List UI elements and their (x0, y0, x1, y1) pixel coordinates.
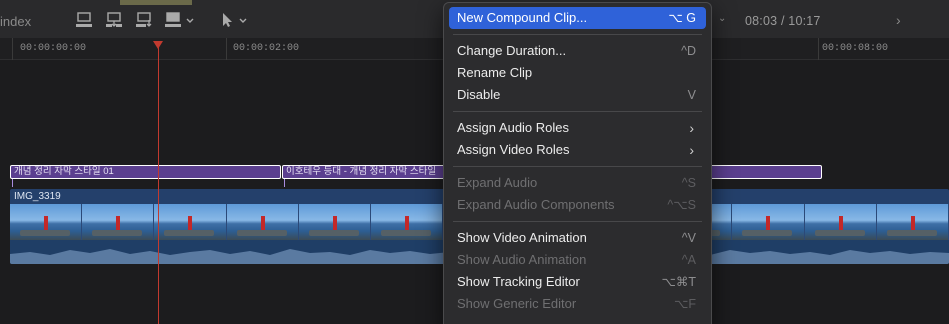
menu-separator (453, 166, 702, 167)
menu-item-label: Expand Audio (457, 175, 538, 190)
menu-item-show-generic-editor[interactable]: Show Generic Editor ⌥F (449, 293, 706, 315)
menu-item-assign-audio-roles[interactable]: Assign Audio Roles › (449, 117, 706, 139)
menu-item-show-tracking-editor[interactable]: Show Tracking Editor ⌥⌘T (449, 271, 706, 293)
menu-item-shortcut: ^S (681, 176, 696, 190)
ruler-tick (226, 38, 227, 60)
menu-item-label: Change Duration... (457, 43, 567, 58)
menu-item-show-audio-animation[interactable]: Show Audio Animation ^A (449, 249, 706, 271)
menu-item-label: Show Video Animation (457, 230, 587, 245)
menu-item-expand-audio-components[interactable]: Expand Audio Components ^⌥S (449, 194, 706, 216)
filmstrip-frame (226, 204, 299, 240)
menu-item-label: Rename Clip (457, 65, 533, 80)
menu-separator (453, 34, 702, 35)
menu-item-label: Expand Audio Components (457, 197, 615, 212)
menu-item-label: Assign Video Roles (457, 142, 570, 157)
filmstrip-frame (804, 204, 877, 240)
context-menu: New Compound Clip... ⌥ G Change Duration… (443, 2, 712, 324)
filmstrip-frame (298, 204, 372, 240)
overwrite-clip-icon[interactable] (164, 10, 196, 30)
menu-item-shortcut: ^V (681, 231, 696, 245)
chevron-down-icon[interactable]: ⌄ (718, 13, 726, 24)
submenu-chevron-icon: › (689, 142, 694, 158)
menu-item-label: Show Generic Editor (457, 296, 577, 311)
menu-item-label: Show Audio Animation (457, 252, 587, 267)
filmstrip-frame (10, 204, 83, 240)
menu-item-shortcut: ^⌥S (667, 198, 696, 212)
menu-item-label: Show Tracking Editor (457, 274, 580, 289)
menu-item-change-duration[interactable]: Change Duration... ^D (449, 40, 706, 62)
filmstrip-frame (371, 204, 444, 240)
menu-item-assign-video-roles[interactable]: Assign Video Roles › (449, 139, 706, 161)
insert-clip-icon[interactable] (104, 10, 124, 30)
ruler-label-2: 00:00:08:00 (822, 43, 889, 54)
ruler-label-1: 00:00:02:00 (233, 43, 300, 54)
playhead[interactable] (158, 44, 159, 324)
menu-item-shortcut: ⌥ G (668, 11, 696, 25)
connection-line (12, 179, 13, 187)
toolbar-thumbnail-strip (120, 0, 192, 5)
menu-item-show-video-animation[interactable]: Show Video Animation ^V (449, 227, 706, 249)
menu-separator (453, 111, 702, 112)
filmstrip-frame (876, 204, 949, 240)
menu-item-rename-clip[interactable]: Rename Clip (449, 62, 706, 84)
select-tool-icon[interactable] (218, 10, 250, 30)
filmstrip-frame (82, 204, 155, 240)
timeline-timecode: 08:03 / 10:17 (745, 14, 821, 28)
menu-item-label: Assign Audio Roles (457, 120, 570, 135)
playhead-handle[interactable] (153, 41, 163, 49)
submenu-chevron-icon: › (689, 120, 694, 136)
filmstrip-frame (732, 204, 805, 240)
filmstrip-frame (154, 204, 227, 240)
append-clip-icon[interactable] (134, 10, 154, 30)
menu-item-disable[interactable]: Disable V (449, 84, 706, 106)
connect-clip-icon[interactable] (74, 10, 94, 30)
menu-item-shortcut: ⌥⌘T (661, 275, 696, 289)
ruler-label-0: 00:00:00:00 (20, 43, 87, 54)
menu-item-shortcut: ^A (681, 253, 696, 267)
connection-line (284, 179, 285, 187)
menu-item-label: Disable (457, 87, 501, 102)
menu-item-new-compound-clip[interactable]: New Compound Clip... ⌥ G (449, 7, 706, 29)
ruler-tick (12, 38, 13, 60)
title-clip-1[interactable]: 개념 정리 자막 스타일 01 (10, 165, 281, 179)
menu-item-shortcut: V (687, 88, 696, 102)
menu-item-shortcut: ⌥F (673, 297, 696, 311)
chevron-right-icon[interactable]: › (896, 12, 901, 28)
menu-item-label: New Compound Clip... (457, 10, 588, 25)
menu-separator (453, 221, 702, 222)
index-label[interactable]: index (0, 14, 31, 29)
menu-item-expand-audio[interactable]: Expand Audio ^S (449, 172, 706, 194)
ruler-tick (818, 38, 819, 60)
video-clip-label: IMG_3319 (14, 191, 61, 202)
menu-item-shortcut: ^D (681, 44, 696, 58)
